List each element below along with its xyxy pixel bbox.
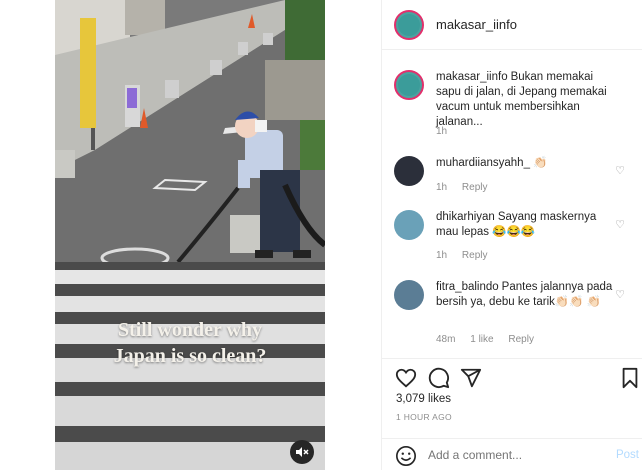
emoji-icon[interactable] (395, 445, 417, 467)
instagram-post-view: Still wonder why Japan is so clean? maka… (0, 0, 642, 470)
reply-button[interactable]: Reply (462, 250, 488, 261)
like-count[interactable]: 3,079 likes (396, 393, 451, 405)
post-time: 1 HOUR AGO (396, 412, 452, 422)
comment-username[interactable]: fitra_balindo (436, 281, 499, 293)
caption-meta: 1h (436, 126, 459, 137)
video-caption-line-1: Still wonder why (117, 319, 263, 341)
post-video[interactable]: Still wonder why Japan is so clean? (55, 0, 325, 470)
comment-icon[interactable] (428, 367, 450, 389)
comment-username[interactable]: muhardiiansyahh_ (436, 157, 530, 169)
video-caption-line-2: Japan is so clean? (113, 345, 267, 367)
reply-button[interactable]: Reply (462, 182, 488, 193)
post-actions: 3,079 likes 1 HOUR AGO (382, 358, 642, 438)
comment-time: 1h (436, 182, 448, 193)
heart-outline-icon[interactable]: ♡ (615, 164, 625, 177)
post-side-panel: makasar_iinfo makasar_iinfo Bukan memakai… (381, 0, 642, 470)
comment-input[interactable] (428, 448, 608, 462)
page-gap (325, 0, 381, 470)
comment-meta: 48m 1 like Reply (436, 334, 546, 345)
caption-username[interactable]: makasar_iinfo (436, 71, 508, 83)
reply-button[interactable]: Reply (508, 334, 534, 345)
author-avatar-small[interactable] (394, 70, 424, 100)
author-avatar[interactable] (394, 10, 424, 40)
commenter-avatar[interactable] (394, 210, 424, 240)
street-scene (55, 0, 325, 470)
heart-outline-icon[interactable]: ♡ (615, 218, 625, 231)
heart-outline-icon[interactable]: ♡ (615, 288, 625, 301)
comment-time: 48m (436, 334, 456, 345)
add-comment-bar: Post (382, 438, 642, 470)
commenter-avatar[interactable] (394, 156, 424, 186)
post-comment-button[interactable]: Post (616, 449, 639, 461)
author-username[interactable]: makasar_iinfo (436, 17, 517, 32)
comment-meta: 1h Reply (436, 182, 499, 193)
speaker-muted-icon (296, 447, 309, 457)
comment-username[interactable]: dhikarhiyan (436, 211, 495, 223)
page-margin (0, 0, 55, 470)
mute-button[interactable] (290, 440, 314, 464)
comment-text: 👏🏻 (532, 157, 548, 169)
send-icon[interactable] (460, 367, 482, 389)
road-sign (80, 18, 96, 128)
comment-time: 1h (436, 250, 448, 261)
bookmark-icon[interactable] (619, 367, 641, 389)
heart-icon[interactable] (395, 367, 417, 389)
comment-list: makasar_iinfo Bukan memakai sapu di jalan… (382, 50, 642, 358)
comment-likes[interactable]: 1 like (470, 334, 493, 345)
caption-time: 1h (436, 126, 448, 137)
post-header: makasar_iinfo (382, 0, 642, 50)
comment-meta: 1h Reply (436, 250, 499, 261)
commenter-avatar[interactable] (394, 280, 424, 310)
